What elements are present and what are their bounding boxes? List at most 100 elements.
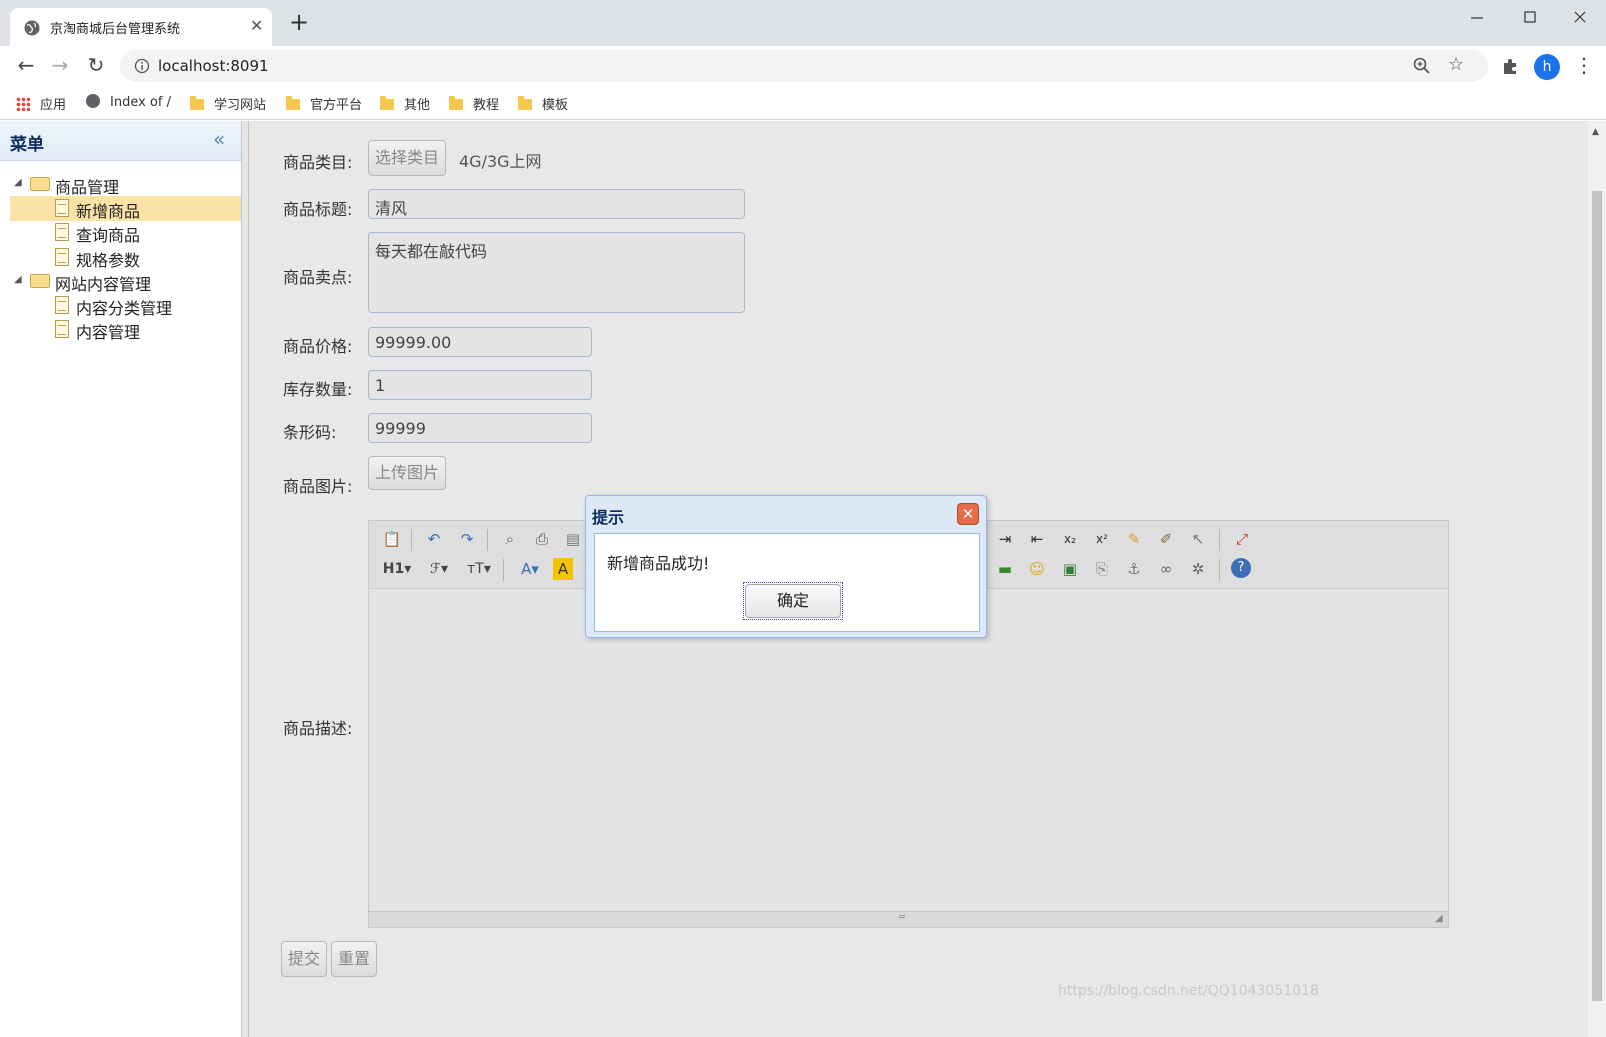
info-icon[interactable] (134, 58, 150, 74)
browser-menu-icon[interactable]: ⋮ (1574, 54, 1594, 78)
submit-button[interactable]: 提交 (281, 941, 327, 977)
dialog-title: 提示 (592, 508, 625, 527)
tree-item-query-product[interactable]: 查询商品 (10, 220, 241, 245)
window-close-icon[interactable] (1565, 8, 1595, 32)
profile-avatar[interactable]: h (1534, 54, 1560, 80)
zoom-icon[interactable] (1412, 56, 1432, 76)
reset-button[interactable]: 重置 (331, 941, 377, 977)
bookmark-folder-study[interactable]: 学习网站 (190, 94, 266, 113)
print-icon[interactable]: ⎙ (531, 528, 553, 550)
title-label: 商品标题: (283, 200, 353, 219)
tree-item-content-category[interactable]: 内容分类管理 (10, 293, 241, 318)
horizontal-rule-icon[interactable]: ▬ (994, 558, 1016, 580)
stock-label: 库存数量: (283, 380, 353, 399)
emoticon-icon[interactable]: ☺ (1026, 558, 1048, 580)
fullscreen-icon[interactable]: ⤢ (1231, 528, 1253, 550)
font-size-icon[interactable]: ᴛT▾ (465, 558, 493, 580)
description-label: 商品描述: (283, 719, 353, 738)
subscript-icon[interactable]: x₂ (1059, 528, 1081, 550)
sell-point-textarea[interactable]: 每天都在敲代码 (368, 232, 745, 313)
barcode-input[interactable]: 99999 (368, 413, 592, 443)
select-category-button[interactable]: 选择类目 (368, 140, 446, 176)
collapse-sidebar-icon[interactable]: « (213, 127, 225, 151)
superscript-icon[interactable]: x² (1091, 528, 1113, 550)
bookmark-folder-template[interactable]: 模板 (518, 94, 568, 113)
expand-arrow-icon[interactable]: ◢ (14, 177, 22, 188)
select-all-icon[interactable]: ↖ (1187, 528, 1209, 550)
indent-icon[interactable]: ⇥ (994, 528, 1016, 550)
editor-body[interactable] (369, 590, 1448, 911)
tab-strip: 京淘商城后台管理系统 ✕ + (0, 0, 1606, 46)
tree-item-spec-params[interactable]: 规格参数 (10, 245, 241, 270)
globe-icon (24, 20, 40, 36)
editor-resize-bar[interactable]: ═ ◢ (369, 911, 1448, 927)
bookmark-folder-official[interactable]: 官方平台 (286, 94, 362, 113)
sell-point-label: 商品卖点: (283, 268, 353, 287)
file-icon (55, 248, 69, 266)
folder-icon (286, 96, 300, 110)
redo-icon[interactable]: ↷ (456, 528, 478, 550)
toolbar-separator (1219, 559, 1220, 581)
dialog-ok-label: 确定 (745, 584, 841, 618)
page-scrollbar[interactable]: ▲ (1588, 121, 1606, 1037)
tree-folder-site-content[interactable]: ◢ 网站内容管理 (10, 269, 241, 294)
back-arrow-icon[interactable]: ← (14, 54, 38, 78)
template-icon[interactable]: ▤ (562, 528, 584, 550)
toolbar-separator (503, 559, 504, 581)
scrollbar-thumb[interactable] (1592, 191, 1602, 1001)
resize-grip-icon[interactable]: ═ (899, 912, 905, 923)
highlight-icon[interactable]: A (553, 558, 573, 580)
corner-resize-icon[interactable]: ◢ (1435, 913, 1443, 924)
undo-icon[interactable]: ↶ (423, 528, 445, 550)
preview-icon[interactable]: ⌕ (499, 528, 521, 550)
address-bar[interactable]: localhost:8091 ☆ (120, 50, 1488, 82)
unlink-icon[interactable]: ✲ (1187, 558, 1209, 580)
dialog-close-icon[interactable]: ✕ (957, 503, 979, 525)
browser-toolbar: ← → ↻ localhost:8091 ☆ h ⋮ (0, 46, 1606, 86)
folder-open-icon (30, 274, 50, 288)
bookmark-folder-tutorial[interactable]: 教程 (449, 94, 499, 113)
title-input[interactable]: 清风 (368, 189, 745, 219)
minimize-icon[interactable] (1462, 8, 1492, 32)
barcode-label: 条形码: (283, 423, 337, 442)
new-tab-button[interactable]: + (288, 10, 310, 34)
bookmark-star-icon[interactable]: ☆ (1448, 54, 1464, 75)
quick-format-icon[interactable]: ✐ (1155, 528, 1177, 550)
image-icon[interactable]: ▣ (1059, 558, 1081, 580)
browser-tab[interactable]: 京淘商城后台管理系统 ✕ (10, 8, 272, 46)
font-color-icon[interactable]: A▾ (517, 558, 543, 580)
tree-item-content-management[interactable]: 内容管理 (10, 317, 241, 342)
globe-icon (86, 94, 100, 108)
stock-input[interactable]: 1 (368, 370, 592, 400)
expand-arrow-icon[interactable]: ◢ (14, 274, 22, 285)
clear-format-icon[interactable]: ✎ (1123, 528, 1145, 550)
extensions-icon[interactable] (1500, 56, 1520, 76)
file-icon (55, 199, 69, 217)
reload-icon[interactable]: ↻ (84, 54, 108, 78)
outdent-icon[interactable]: ⇤ (1026, 528, 1048, 550)
link-icon[interactable]: ∞ (1155, 558, 1177, 580)
bookmark-folder-other[interactable]: 其他 (380, 94, 430, 113)
dialog-ok-button[interactable]: 确定 (743, 582, 843, 620)
paste-icon[interactable]: 📋 (381, 528, 403, 550)
bookmark-apps[interactable]: 应用 (16, 94, 66, 113)
tree-item-add-product[interactable]: 新增商品 (10, 196, 241, 221)
tab-title: 京淘商城后台管理系统 (50, 22, 181, 37)
upload-image-button[interactable]: 上传图片 (368, 456, 446, 490)
help-icon[interactable]: ? (1231, 558, 1251, 578)
tab-close-icon[interactable]: ✕ (250, 16, 263, 35)
page-break-icon[interactable]: ⎘ (1091, 558, 1113, 580)
heading-icon[interactable]: H1▾ (381, 558, 413, 580)
tree-folder-product-management[interactable]: ◢ 商品管理 (10, 172, 241, 197)
anchor-icon[interactable]: ⚓ (1123, 558, 1145, 580)
watermark: https://blog.csdn.net/QQ1043051018 (1058, 983, 1319, 999)
bookmark-index[interactable]: Index of / (86, 94, 171, 112)
price-input[interactable]: 99999.00 (368, 327, 592, 357)
forward-arrow-icon[interactable]: → (48, 54, 72, 78)
toolbar-separator (411, 529, 412, 551)
price-label: 商品价格: (283, 337, 353, 356)
scroll-up-icon[interactable]: ▲ (1592, 127, 1599, 137)
sidebar-header: 菜单 « (0, 121, 241, 161)
font-family-icon[interactable]: ℱ▾ (425, 558, 453, 580)
maximize-icon[interactable] (1515, 8, 1545, 32)
